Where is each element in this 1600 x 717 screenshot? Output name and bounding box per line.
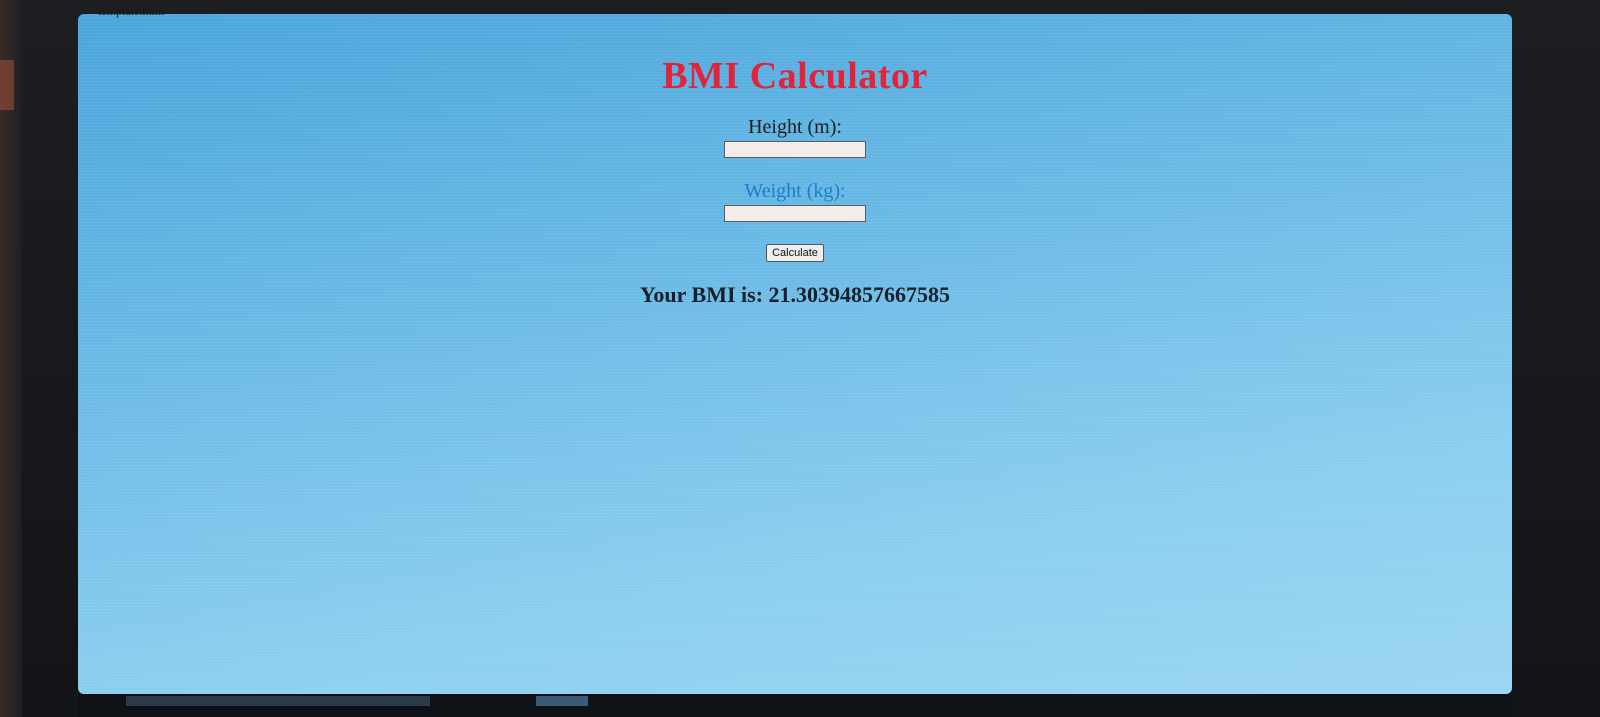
taskbar-item-active[interactable] [536,696,588,706]
height-label: Height (m): [748,116,842,138]
weight-label: Weight (kg): [744,180,846,202]
taskbar-item[interactable] [126,696,430,706]
taskbar [78,694,1512,717]
page-content: BMI Calculator Height (m): Weight (kg): … [78,14,1512,308]
height-input[interactable] [724,141,866,158]
bezel-reflection [0,60,14,110]
calculate-button[interactable]: Calculate [766,244,824,262]
weight-input[interactable] [724,205,866,222]
bmi-result: Your BMI is: 21.30394857667585 [639,282,951,307]
page-title: BMI Calculator [662,55,928,97]
bezel-edge [0,0,22,717]
